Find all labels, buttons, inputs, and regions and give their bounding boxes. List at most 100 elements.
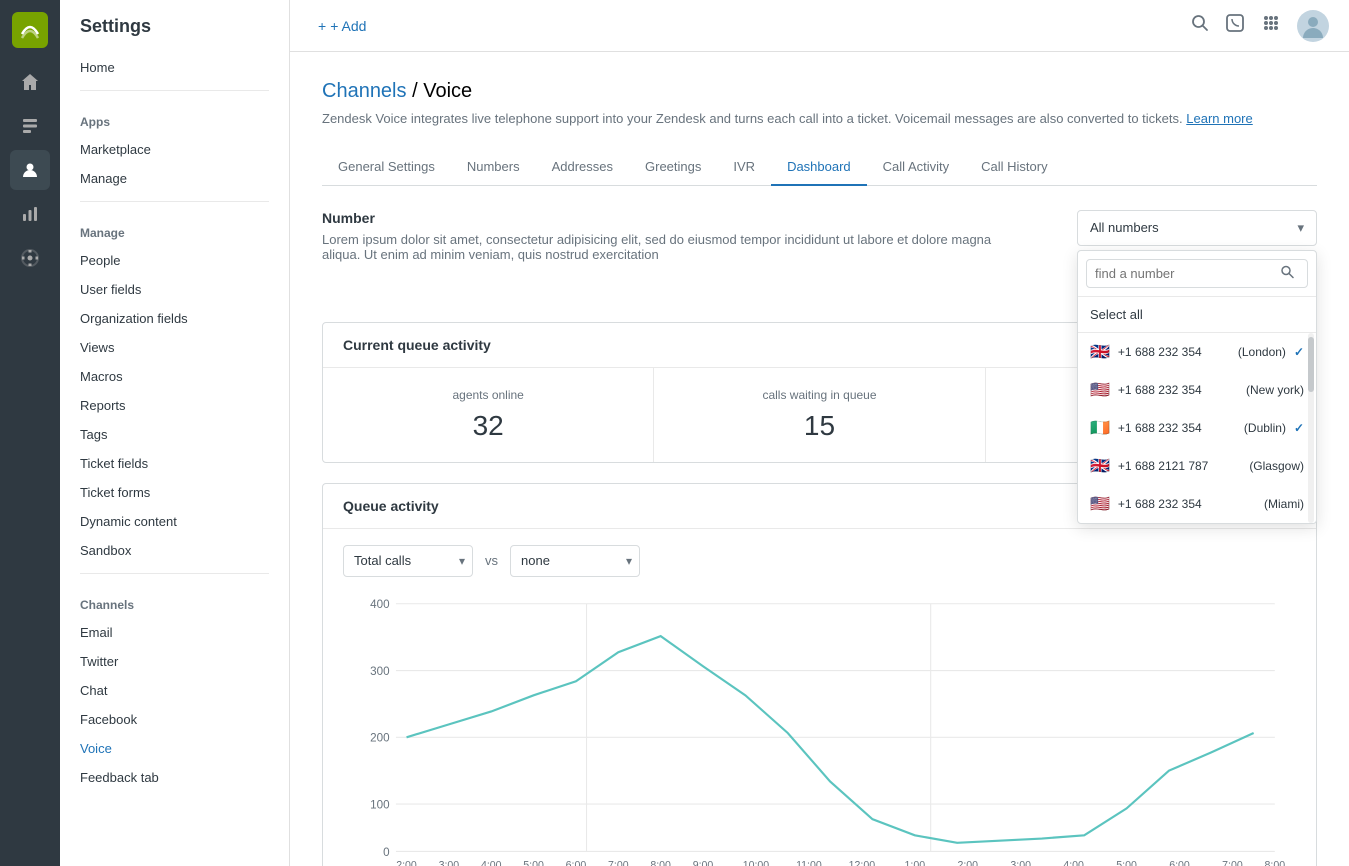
vs-label: vs bbox=[485, 553, 498, 568]
dropdown-item-miami[interactable]: 🇺🇸 +1 688 232 354 (Miami) bbox=[1078, 485, 1316, 523]
breadcrumb-separator: / bbox=[412, 80, 423, 102]
svg-text:8:00: 8:00 bbox=[1265, 859, 1286, 866]
number-dropdown-wrapper: All numbers ▾ Select all bbox=[1077, 210, 1317, 246]
svg-text:200: 200 bbox=[370, 731, 390, 744]
nav-reports-icon[interactable] bbox=[10, 194, 50, 234]
tab-dashboard[interactable]: Dashboard bbox=[771, 149, 867, 186]
svg-text:400: 400 bbox=[370, 597, 390, 610]
sidebar-item-user-fields[interactable]: User fields bbox=[60, 275, 289, 304]
svg-text:7:00: 7:00 bbox=[1222, 859, 1243, 866]
nav-settings-icon[interactable] bbox=[10, 238, 50, 278]
nav-users-icon[interactable] bbox=[10, 150, 50, 190]
flag-us-2: 🇺🇸 bbox=[1090, 494, 1110, 514]
tab-numbers[interactable]: Numbers bbox=[451, 149, 536, 186]
tab-ivr[interactable]: IVR bbox=[717, 149, 771, 186]
secondary-metric-select[interactable]: none Total calls Inbound calls bbox=[510, 545, 640, 577]
apps-icon[interactable] bbox=[1261, 13, 1281, 38]
page-content: Channels / Voice Zendesk Voice integrate… bbox=[290, 52, 1349, 866]
sidebar-item-voice[interactable]: Voice bbox=[60, 734, 289, 763]
sidebar-item-feedback-tab[interactable]: Feedback tab bbox=[60, 763, 289, 792]
svg-text:300: 300 bbox=[370, 664, 390, 677]
svg-text:6:00: 6:00 bbox=[566, 859, 587, 866]
dropdown-item-london[interactable]: 🇬🇧 +1 688 232 354 (London) ✓ bbox=[1078, 333, 1316, 371]
nav-tickets-icon[interactable] bbox=[10, 106, 50, 146]
number-search-input[interactable] bbox=[1086, 259, 1308, 288]
icon-rail bbox=[0, 0, 60, 866]
dropdown-item-dublin[interactable]: 🇮🇪 +1 688 232 354 (Dublin) ✓ bbox=[1078, 409, 1316, 447]
svg-text:100: 100 bbox=[370, 798, 390, 811]
sidebar-item-ticket-fields[interactable]: Ticket fields bbox=[60, 449, 289, 478]
logo[interactable] bbox=[12, 12, 48, 48]
breadcrumb-current: Voice bbox=[423, 80, 472, 102]
dropdown-item-new-york[interactable]: 🇺🇸 +1 688 232 354 (New york) bbox=[1078, 371, 1316, 409]
dropdown-selected-label: All numbers bbox=[1090, 220, 1159, 235]
all-numbers-dropdown[interactable]: All numbers ▾ bbox=[1077, 210, 1317, 246]
svg-text:12:00: 12:00 bbox=[849, 859, 876, 866]
sidebar-item-people[interactable]: People bbox=[60, 246, 289, 275]
select-all-option[interactable]: Select all bbox=[1078, 297, 1316, 333]
svg-text:1:00: 1:00 bbox=[905, 859, 926, 866]
sidebar-item-reports[interactable]: Reports bbox=[60, 391, 289, 420]
sidebar-item-facebook[interactable]: Facebook bbox=[60, 705, 289, 734]
sidebar-section-manage: Manage bbox=[60, 210, 289, 246]
topbar-left: + + Add bbox=[310, 14, 374, 38]
tab-general-settings[interactable]: General Settings bbox=[322, 149, 451, 186]
svg-text:3:00: 3:00 bbox=[1010, 859, 1031, 866]
chart-area: 400 300 200 100 0 2:00 3:00 4:00 5:00 6:… bbox=[323, 593, 1316, 866]
sidebar-item-home[interactable]: Home bbox=[60, 53, 289, 82]
chevron-down-icon: ▾ bbox=[1297, 220, 1304, 236]
queue-controls: Total calls Inbound calls Outbound calls… bbox=[323, 529, 1316, 593]
sidebar-item-chat[interactable]: Chat bbox=[60, 676, 289, 705]
sidebar-item-email[interactable]: Email bbox=[60, 618, 289, 647]
stat-calls-waiting: calls waiting in queue 15 bbox=[654, 368, 985, 462]
phone-icon[interactable] bbox=[1225, 13, 1245, 38]
sidebar-item-ticket-forms[interactable]: Ticket forms bbox=[60, 478, 289, 507]
add-label: + Add bbox=[330, 18, 366, 34]
svg-text:0: 0 bbox=[383, 845, 390, 858]
sidebar-item-marketplace[interactable]: Marketplace bbox=[60, 135, 289, 164]
flag-uk-2: 🇬🇧 bbox=[1090, 456, 1110, 476]
learn-more-link[interactable]: Learn more bbox=[1186, 111, 1252, 126]
nav-home-icon[interactable] bbox=[10, 62, 50, 102]
number-section: Number Lorem ipsum dolor sit amet, conse… bbox=[322, 210, 1317, 262]
tab-addresses[interactable]: Addresses bbox=[536, 149, 629, 186]
sidebar-item-manage[interactable]: Manage bbox=[60, 164, 289, 193]
primary-metric-wrapper: Total calls Inbound calls Outbound calls bbox=[343, 545, 473, 577]
tab-call-history[interactable]: Call History bbox=[965, 149, 1063, 186]
svg-text:3:00: 3:00 bbox=[439, 859, 460, 866]
sidebar-item-macros[interactable]: Macros bbox=[60, 362, 289, 391]
flag-uk-1: 🇬🇧 bbox=[1090, 342, 1110, 362]
svg-text:2:00: 2:00 bbox=[957, 859, 978, 866]
avatar[interactable] bbox=[1297, 10, 1329, 42]
add-button[interactable]: + + Add bbox=[310, 14, 374, 38]
breadcrumb: Channels / Voice bbox=[322, 80, 1317, 103]
sidebar-item-dynamic-content[interactable]: Dynamic content bbox=[60, 507, 289, 536]
dropdown-scrollbar-thumb bbox=[1308, 337, 1314, 392]
dropdown-item-glasgow[interactable]: 🇬🇧 +1 688 2121 787 (Glasgow) bbox=[1078, 447, 1316, 485]
flag-ie: 🇮🇪 bbox=[1090, 418, 1110, 438]
tab-greetings[interactable]: Greetings bbox=[629, 149, 717, 186]
sidebar-item-sandbox[interactable]: Sandbox bbox=[60, 536, 289, 565]
svg-text:4:00: 4:00 bbox=[1063, 859, 1084, 866]
primary-metric-select[interactable]: Total calls Inbound calls Outbound calls bbox=[343, 545, 473, 577]
search-icon[interactable] bbox=[1191, 14, 1209, 37]
sidebar-item-views[interactable]: Views bbox=[60, 333, 289, 362]
svg-text:6:00: 6:00 bbox=[1169, 859, 1190, 866]
flag-us-1: 🇺🇸 bbox=[1090, 380, 1110, 400]
breadcrumb-parent[interactable]: Channels bbox=[322, 80, 407, 102]
sidebar-section-channels: Channels bbox=[60, 582, 289, 618]
dropdown-scrollbar[interactable] bbox=[1308, 333, 1314, 523]
tabs: General Settings Numbers Addresses Greet… bbox=[322, 149, 1317, 186]
svg-text:5:00: 5:00 bbox=[1116, 859, 1137, 866]
dropdown-panel: Select all 🇬🇧 +1 688 232 354 (London) ✓ … bbox=[1077, 250, 1317, 524]
svg-text:5:00: 5:00 bbox=[523, 859, 544, 866]
svg-text:10:00: 10:00 bbox=[743, 859, 770, 866]
topbar-right bbox=[1191, 10, 1329, 42]
sidebar-item-tags[interactable]: Tags bbox=[60, 420, 289, 449]
sidebar-item-twitter[interactable]: Twitter bbox=[60, 647, 289, 676]
tab-call-activity[interactable]: Call Activity bbox=[867, 149, 965, 186]
sidebar-section-apps: Apps bbox=[60, 99, 289, 135]
sidebar-item-org-fields[interactable]: Organization fields bbox=[60, 304, 289, 333]
svg-text:2:00: 2:00 bbox=[396, 859, 417, 866]
sidebar: Settings Home Apps Marketplace Manage Ma… bbox=[60, 0, 290, 866]
